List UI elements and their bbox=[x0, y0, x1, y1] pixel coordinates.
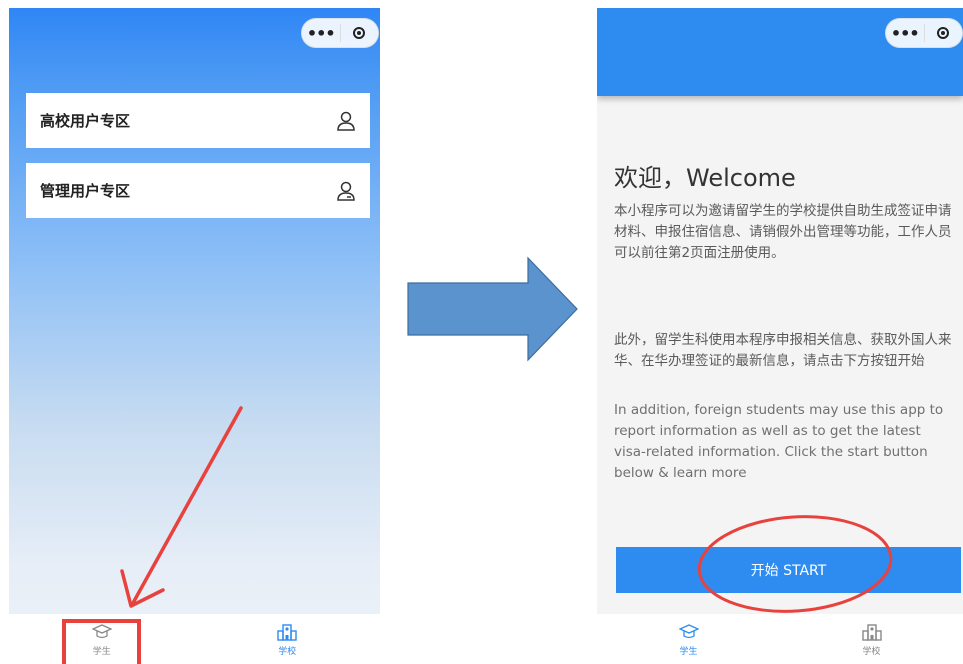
tab-student-label: 学生 bbox=[92, 646, 111, 657]
tab-school[interactable]: 学校 bbox=[842, 622, 902, 657]
school-building-icon bbox=[277, 623, 297, 641]
close-miniprogram-icon[interactable] bbox=[924, 27, 962, 39]
admin-user-zone-label: 管理用户专区 bbox=[40, 182, 131, 200]
miniprogram-capsule: ••• bbox=[885, 18, 963, 48]
graduation-cap-icon bbox=[91, 623, 112, 638]
intro-paragraph: 本小程序可以为邀请留学生的学校提供自助生成签证申请材料、申报住宿信息、请销假外出… bbox=[614, 203, 952, 261]
university-user-zone-label: 高校用户专区 bbox=[40, 112, 131, 130]
more-menu-icon[interactable]: ••• bbox=[302, 24, 340, 43]
more-menu-icon[interactable]: ••• bbox=[886, 24, 924, 43]
tab-school-label: 学校 bbox=[862, 646, 881, 657]
tab-school[interactable]: 学校 bbox=[257, 622, 317, 657]
bottom-tab-bar: 学生 学校 bbox=[597, 614, 963, 664]
welcome-title: 欢迎，Welcome bbox=[614, 164, 796, 192]
graduation-cap-icon bbox=[678, 623, 699, 638]
tab-student[interactable]: 学生 bbox=[659, 622, 719, 657]
close-miniprogram-icon[interactable] bbox=[340, 27, 378, 39]
tab-student-label: 学生 bbox=[679, 646, 698, 657]
school-building-icon bbox=[861, 623, 882, 641]
admin-user-zone-card[interactable]: 管理用户专区 bbox=[26, 163, 370, 218]
big-blue-arrow bbox=[407, 256, 578, 362]
welcome-screen: ••• 欢迎，Welcome 本小程序可以为邀请留学生的学校提供自助生成签证申请… bbox=[597, 8, 963, 664]
person-badge-icon bbox=[337, 181, 355, 201]
university-user-zone-card[interactable]: 高校用户专区 bbox=[26, 93, 370, 148]
english-note-paragraph: In addition, foreign students may use th… bbox=[614, 402, 944, 481]
student-entry-screen: ••• 高校用户专区 管理用户专区 学生 学校 bbox=[9, 8, 380, 664]
chinese-note-paragraph: 此外，留学生科使用本程序申报相关信息、获取外国人来华、在华办理签证的最新信息，请… bbox=[614, 332, 952, 369]
tab-school-label: 学校 bbox=[278, 646, 297, 657]
tab-student[interactable]: 学生 bbox=[72, 622, 132, 657]
bottom-tab-bar: 学生 学校 bbox=[9, 614, 380, 664]
miniprogram-capsule: ••• bbox=[301, 18, 379, 48]
start-button[interactable]: 开始 START bbox=[616, 547, 961, 593]
person-icon bbox=[337, 111, 355, 131]
